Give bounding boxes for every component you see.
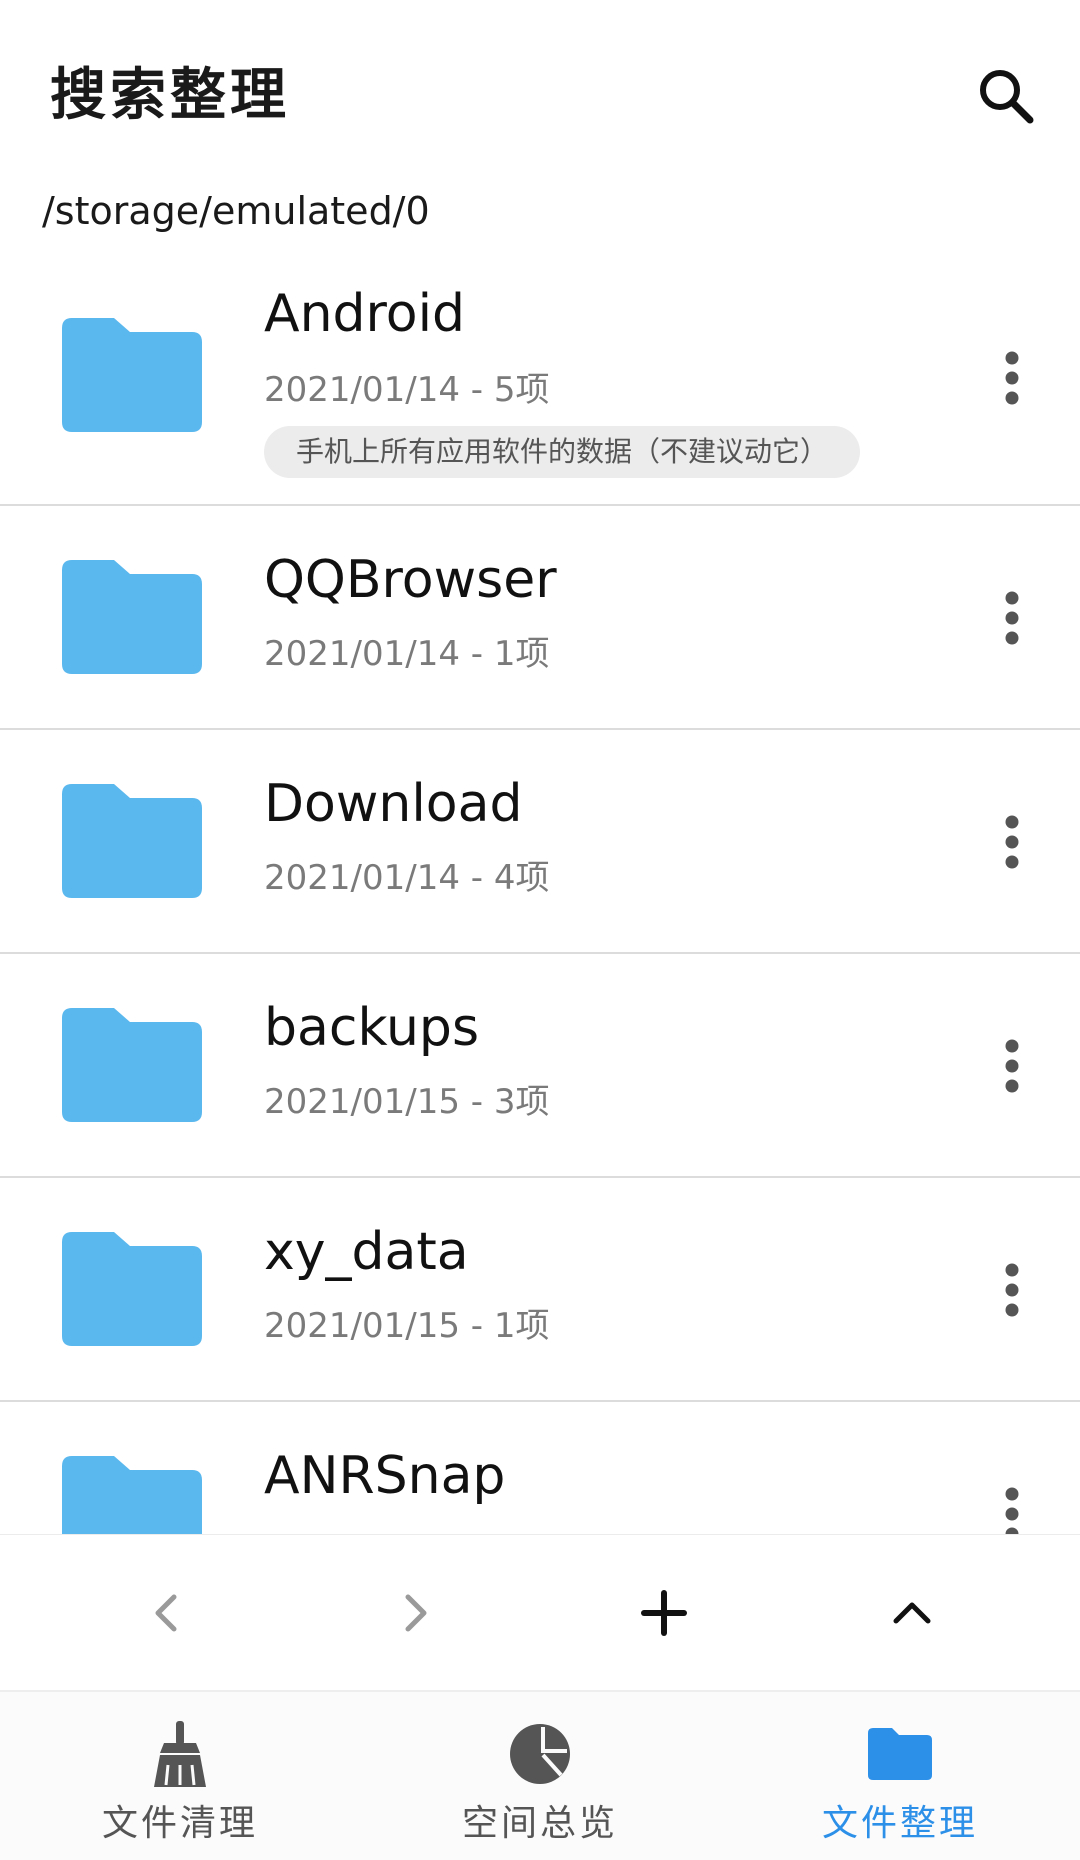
more-options-button[interactable] xyxy=(986,338,1038,418)
more-vert-icon xyxy=(1005,591,1019,645)
file-name: backups xyxy=(264,998,480,1058)
file-name: Android xyxy=(264,284,466,344)
file-name: QQBrowser xyxy=(264,550,557,610)
search-button[interactable] xyxy=(970,60,1042,132)
chevron-left-icon xyxy=(155,1594,177,1632)
go-up-button[interactable] xyxy=(872,1573,952,1653)
file-row-android[interactable]: Android 2021/01/14 - 5项 手机上所有应用软件的数据（不建议… xyxy=(0,270,1080,506)
file-row-download[interactable]: Download 2021/01/14 - 4项 xyxy=(0,730,1080,954)
more-options-button[interactable] xyxy=(986,1026,1038,1106)
search-icon xyxy=(980,70,1034,124)
folder-icon xyxy=(860,1714,940,1794)
action-bar xyxy=(0,1534,1080,1690)
file-row-anrsnap[interactable]: ANRSnap xyxy=(0,1402,1080,1534)
nav-label: 文件清理 xyxy=(101,1803,258,1844)
more-vert-icon xyxy=(1005,1039,1019,1093)
more-options-button[interactable] xyxy=(986,1250,1038,1330)
file-meta: 2021/01/15 - 1项 xyxy=(264,1306,550,1346)
more-vert-icon xyxy=(1005,351,1019,405)
more-vert-icon xyxy=(1005,1487,1019,1534)
folder-icon xyxy=(62,318,202,432)
file-meta: 2021/01/14 - 4项 xyxy=(264,858,550,898)
app-header: 搜索整理 xyxy=(0,0,1080,180)
file-name: xy_data xyxy=(264,1222,469,1282)
back-button[interactable] xyxy=(126,1573,206,1653)
nav-item-file-cleanup[interactable]: 文件清理 xyxy=(30,1692,330,1860)
file-row-qqbrowser[interactable]: QQBrowser 2021/01/14 - 1项 xyxy=(0,506,1080,730)
file-list[interactable]: Android 2021/01/14 - 5项 手机上所有应用软件的数据（不建议… xyxy=(0,270,1080,1534)
more-vert-icon xyxy=(1005,1263,1019,1317)
page-title: 搜索整理 xyxy=(50,63,290,128)
file-note-badge: 手机上所有应用软件的数据（不建议动它） xyxy=(264,426,861,478)
nav-label: 文件整理 xyxy=(821,1803,978,1844)
more-options-button[interactable] xyxy=(986,1474,1038,1534)
file-row-backups[interactable]: backups 2021/01/15 - 3项 xyxy=(0,954,1080,1178)
file-meta: 2021/01/14 - 1项 xyxy=(264,634,550,674)
forward-button[interactable] xyxy=(376,1573,456,1653)
folder-icon xyxy=(62,784,202,898)
more-options-button[interactable] xyxy=(986,802,1038,882)
file-meta: 2021/01/14 - 5项 xyxy=(264,370,550,410)
broom-icon xyxy=(140,1714,220,1794)
add-button[interactable] xyxy=(624,1573,704,1653)
more-vert-icon xyxy=(1005,815,1019,869)
bottom-navigation: 文件清理 空间总览 文件整理 xyxy=(0,1690,1080,1860)
chevron-up-icon xyxy=(893,1602,931,1624)
file-name: ANRSnap xyxy=(264,1446,506,1506)
folder-icon xyxy=(62,1232,202,1346)
file-row-xy-data[interactable]: xy_data 2021/01/15 - 1项 xyxy=(0,1178,1080,1402)
folder-icon xyxy=(62,560,202,674)
current-path: /storage/emulated/0 xyxy=(42,189,430,233)
more-options-button[interactable] xyxy=(986,578,1038,658)
plus-icon xyxy=(641,1590,687,1636)
folder-icon xyxy=(62,1008,202,1122)
nav-label: 空间总览 xyxy=(461,1803,618,1844)
file-meta: 2021/01/15 - 3项 xyxy=(264,1082,550,1122)
nav-item-file-organize[interactable]: 文件整理 xyxy=(750,1692,1050,1860)
folder-icon xyxy=(62,1456,202,1534)
chevron-right-icon xyxy=(405,1594,427,1632)
pie-chart-icon xyxy=(500,1714,580,1794)
file-name: Download xyxy=(264,774,523,834)
nav-item-space-overview[interactable]: 空间总览 xyxy=(390,1692,690,1860)
